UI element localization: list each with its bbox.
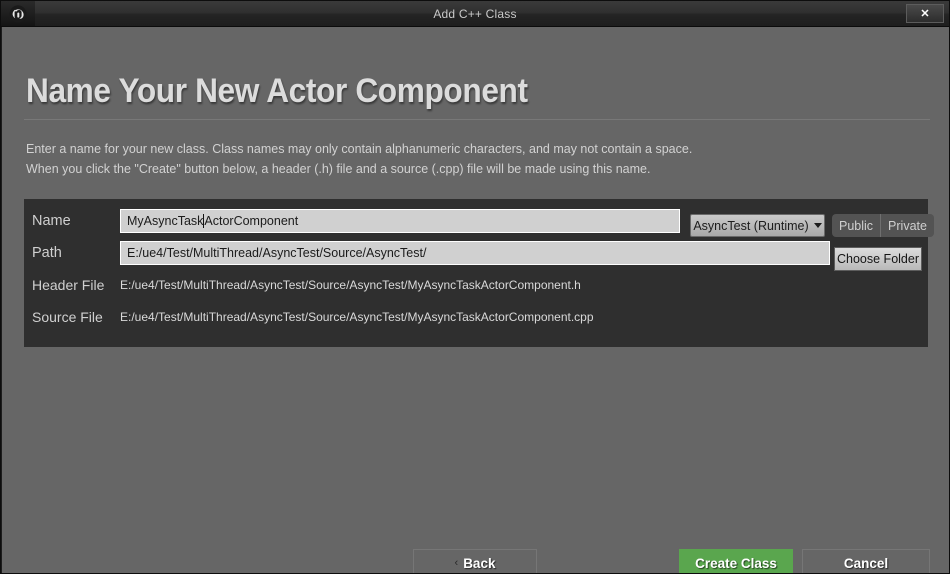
scope-public-button[interactable]: Public [832, 214, 880, 237]
source-file-label: Source File [32, 309, 103, 325]
description-text: Enter a name for your new class. Class n… [26, 139, 916, 179]
name-label: Name [32, 213, 71, 229]
path-input[interactable]: E:/ue4/Test/MultiThread/AsyncTest/Source… [120, 241, 830, 265]
name-value-after-caret: ActorComponent [204, 214, 299, 228]
scope-toggle: Public Private [832, 214, 934, 237]
description-line-1: Enter a name for your new class. Class n… [26, 142, 693, 156]
scope-private-button[interactable]: Private [880, 214, 934, 237]
source-file-row: Source File E:/ue4/Test/MultiThread/Asyn… [24, 307, 928, 327]
name-value-before-caret: MyAsyncTask [127, 214, 204, 228]
page-title: Name Your New Actor Component [26, 72, 528, 110]
path-row: Path E:/ue4/Test/MultiThread/AsyncTest/S… [24, 237, 928, 269]
window-title: Add C++ Class [433, 6, 517, 21]
dialog-content: Name Your New Actor Component Enter a na… [1, 27, 949, 573]
unreal-engine-logo-icon [1, 1, 35, 26]
source-file-value: E:/ue4/Test/MultiThread/AsyncTest/Source… [120, 310, 594, 324]
class-name-input[interactable]: MyAsyncTask ActorComponent [120, 209, 680, 233]
path-label: Path [32, 245, 62, 261]
choose-folder-button[interactable]: Choose Folder [834, 247, 922, 271]
title-divider [24, 119, 930, 120]
cancel-button[interactable]: Cancel [802, 549, 930, 573]
description-line-2: When you click the "Create" button below… [26, 162, 651, 176]
add-cpp-class-dialog: Add C++ Class ✕ Name Your New Actor Comp… [0, 0, 950, 574]
back-button-label: Back [463, 555, 496, 571]
back-button[interactable]: ‹ Back [413, 549, 537, 573]
module-select[interactable]: AsyncTest (Runtime) [690, 214, 825, 237]
header-file-row: Header File E:/ue4/Test/MultiThread/Asyn… [24, 275, 928, 295]
chevron-left-icon: ‹ [454, 557, 459, 569]
header-file-value: E:/ue4/Test/MultiThread/AsyncTest/Source… [120, 278, 581, 292]
create-class-button[interactable]: Create Class [679, 549, 793, 573]
title-bar: Add C++ Class ✕ [1, 1, 949, 27]
close-icon[interactable]: ✕ [906, 4, 944, 23]
header-file-label: Header File [32, 277, 105, 293]
module-select-value: AsyncTest (Runtime) [693, 218, 809, 233]
chevron-down-icon [813, 223, 822, 228]
